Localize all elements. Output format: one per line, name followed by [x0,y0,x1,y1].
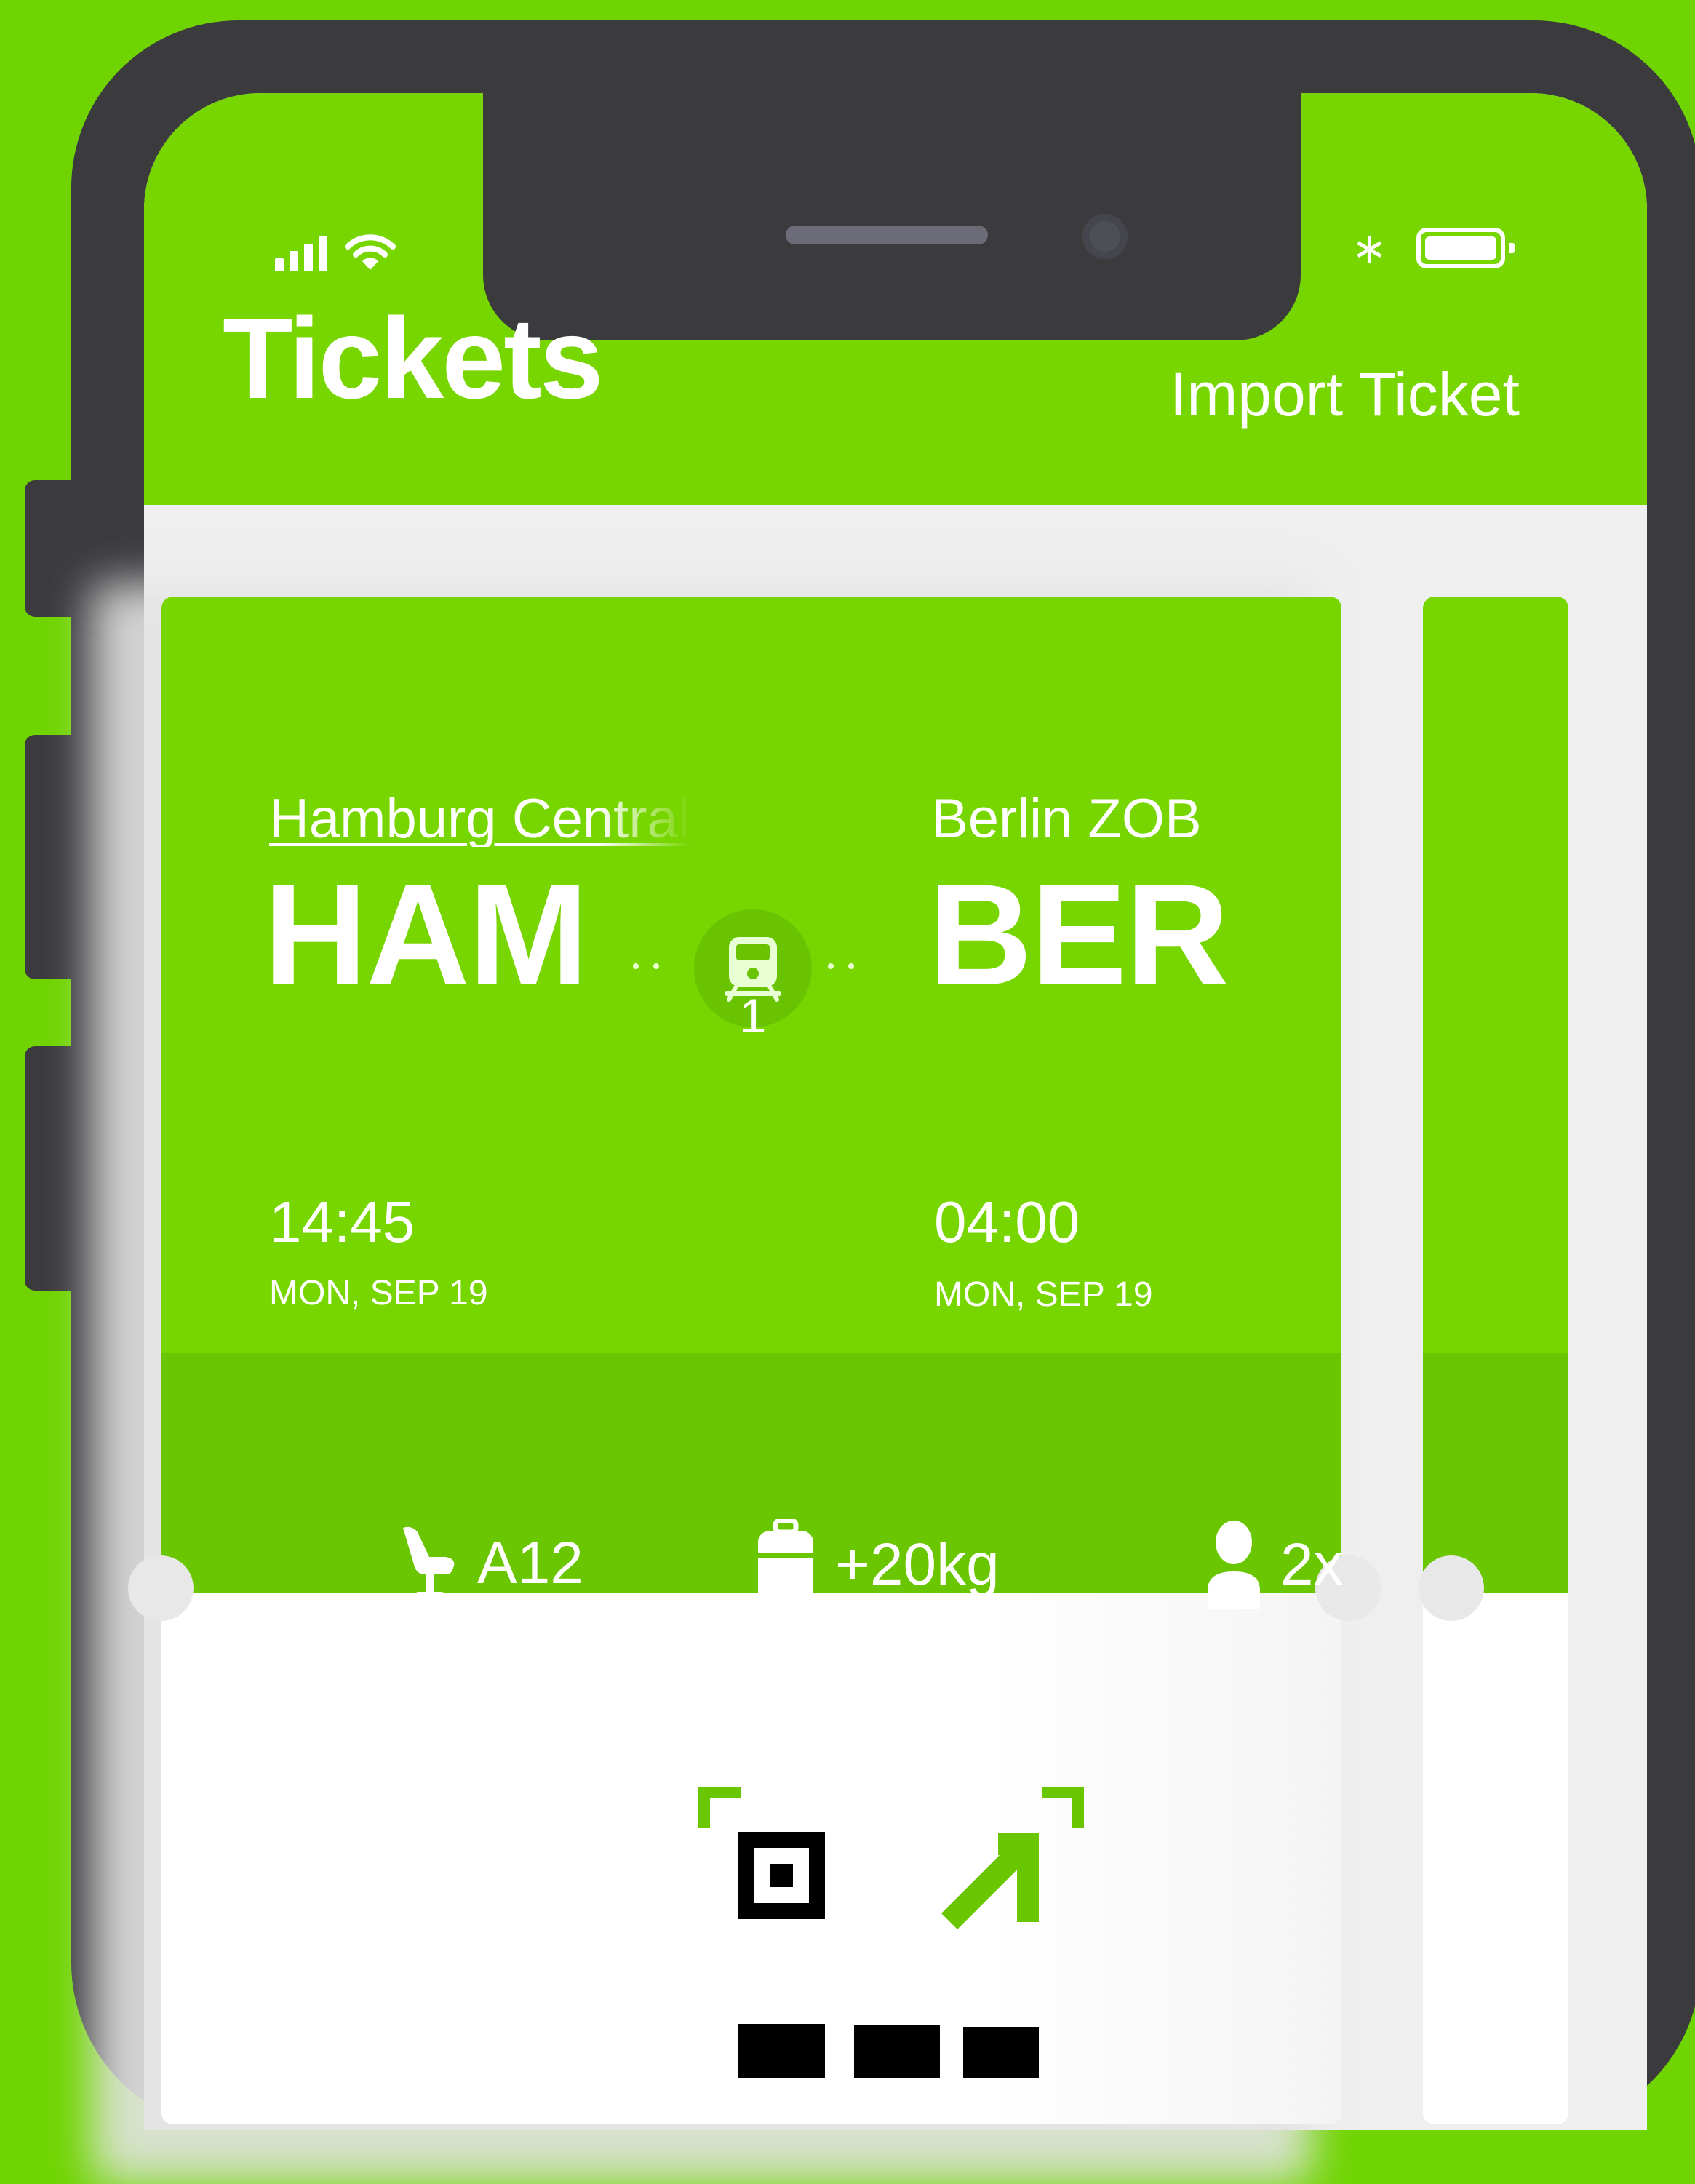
volume-up-button [25,735,83,979]
next-ticket-perforation [1419,1555,1484,1621]
front-camera [1082,214,1128,259]
seat-info: A12 [397,1523,583,1603]
page-title: Tickets [223,295,604,423]
luggage-icon [758,1519,813,1609]
baggage-info: +20kg [755,1519,1000,1611]
passengers-label: 2x [1280,1531,1344,1598]
baggage-label: +20kg [835,1531,1000,1598]
wifi-icon [345,234,396,270]
signal-icon [275,235,327,271]
volume-down-button [25,1046,83,1291]
origin-code: HAM [263,854,589,1015]
status-bar-right: ∗ [1352,223,1515,274]
departure-date: MON, SEP 19 [269,1274,488,1312]
route-dots-left [633,963,659,969]
qr-code[interactable] [698,1787,1113,2078]
passengers-info: 2x [1206,1521,1344,1609]
destination-code: BER [928,854,1229,1015]
arrival-time: 04:00 [934,1189,1080,1254]
route-dots-right [828,963,854,969]
origin-station-name[interactable]: Hamburg Central [269,792,690,847]
speaker-grille [786,226,988,244]
mute-switch [25,480,83,617]
arrival-date: MON, SEP 19 [934,1275,1153,1314]
device-notch [483,93,1301,340]
bluetooth-icon: ∗ [1352,223,1387,273]
stops-count: 1 [739,989,767,1043]
status-bar-left [275,228,396,271]
seat-icon [403,1526,455,1599]
ticket-amenities-bar [161,1353,1341,1593]
destination-station-name: Berlin ZOB [931,788,1202,850]
ticket-perforation-left [128,1555,194,1621]
departure-time: 14:45 [269,1189,415,1254]
person-icon [1208,1521,1260,1609]
import-ticket-button[interactable]: Import Ticket [1170,364,1520,425]
seat-label: A12 [477,1530,583,1596]
next-ticket-card-peek[interactable] [1423,597,1568,2124]
battery-icon [1416,228,1515,268]
